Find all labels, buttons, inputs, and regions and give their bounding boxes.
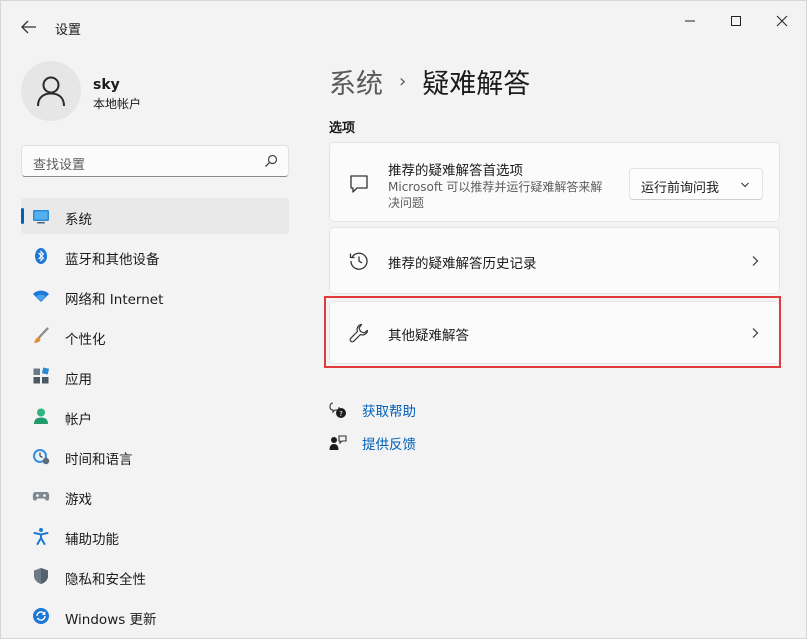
sidebar-nav: 系统 蓝牙和其他设备 网络和 Internet 个性化 应用 帐户 时间和语言 …	[21, 198, 289, 638]
active-indicator	[21, 208, 24, 224]
dropdown-value: 运行前询问我	[641, 181, 720, 196]
highlight-box	[324, 296, 781, 368]
chat-bubble-icon	[350, 175, 368, 193]
give-feedback-link[interactable]: 提供反馈	[329, 432, 416, 454]
sidebar-item-accessibility[interactable]: 辅助功能	[21, 518, 289, 554]
windows-update-icon	[33, 608, 49, 624]
card-title: 推荐的疑难解答历史记录	[388, 256, 537, 272]
chevron-right-icon	[752, 256, 759, 266]
sidebar-item-windows-update[interactable]: Windows 更新	[21, 598, 289, 634]
user-name: sky	[93, 77, 120, 93]
feedback-icon	[329, 435, 347, 450]
card-title: 推荐的疑难解答首选项	[388, 163, 523, 179]
sidebar-item-time-language[interactable]: 时间和语言	[21, 438, 289, 474]
search-icon	[265, 154, 278, 167]
personalization-icon	[34, 327, 49, 343]
bluetooth-icon	[35, 248, 47, 264]
sidebar-item-label: 个性化	[65, 332, 106, 348]
link-text: 获取帮助	[362, 404, 416, 420]
settings-window: 设置 sky 本地帐户 查找设置 系统 蓝牙和其他设备 网络和 Internet…	[0, 0, 807, 639]
minimize-button[interactable]	[667, 9, 713, 33]
apps-icon	[33, 367, 50, 384]
sidebar-item-label: 系统	[65, 212, 92, 228]
user-icon	[37, 76, 65, 107]
user-profile[interactable]: sky 本地帐户	[21, 61, 261, 121]
avatar	[21, 61, 81, 121]
breadcrumb-separator: ›	[399, 70, 407, 92]
recommended-troubleshooter-history-card[interactable]: 推荐的疑难解答历史记录	[329, 227, 780, 294]
page-title: 疑难解答	[422, 68, 531, 100]
sidebar-item-system[interactable]: 系统	[21, 198, 289, 234]
sidebar-item-label: Windows 更新	[65, 612, 157, 628]
minimize-icon	[685, 20, 695, 22]
troubleshooter-preference-dropdown[interactable]: 运行前询问我	[629, 168, 763, 200]
sidebar-item-bluetooth[interactable]: 蓝牙和其他设备	[21, 238, 289, 274]
account-type: 本地帐户	[93, 97, 142, 111]
accessibility-icon	[33, 528, 49, 545]
network-icon	[33, 290, 49, 302]
get-help-link[interactable]: ? 获取帮助	[329, 399, 416, 421]
sidebar-item-accounts[interactable]: 帐户	[21, 398, 289, 434]
privacy-shield-icon	[34, 568, 48, 584]
accounts-icon	[34, 408, 48, 424]
sidebar-item-label: 网络和 Internet	[65, 292, 164, 308]
sidebar-item-apps[interactable]: 应用	[21, 358, 289, 394]
gaming-icon	[32, 492, 50, 501]
sidebar-item-label: 帐户	[65, 412, 92, 428]
title-bar: 设置	[1, 1, 806, 49]
back-button[interactable]	[15, 14, 43, 40]
sidebar-item-network[interactable]: 网络和 Internet	[21, 278, 289, 314]
chevron-down-icon	[741, 182, 749, 188]
breadcrumb: 系统 › 疑难解答	[329, 61, 530, 101]
close-button[interactable]	[759, 9, 805, 33]
card-description: Microsoft 可以推荐并运行疑难解答来解决问题	[388, 180, 603, 210]
maximize-icon	[731, 16, 741, 26]
sidebar-item-label: 应用	[65, 372, 92, 388]
sidebar-item-label: 时间和语言	[65, 452, 133, 468]
help-icon: ?	[329, 402, 346, 418]
maximize-button[interactable]	[713, 9, 759, 33]
sidebar-item-label: 游戏	[65, 492, 92, 508]
sidebar-item-label: 辅助功能	[65, 532, 119, 548]
back-arrow-icon	[21, 20, 36, 34]
app-title: 设置	[55, 23, 82, 38]
sidebar-item-label: 蓝牙和其他设备	[65, 252, 160, 268]
sidebar-item-gaming[interactable]: 游戏	[21, 478, 289, 514]
svg-text:?: ?	[339, 410, 343, 418]
search-input[interactable]: 查找设置	[21, 145, 289, 177]
sidebar-item-privacy[interactable]: 隐私和安全性	[21, 558, 289, 594]
system-icon	[33, 210, 49, 224]
search-placeholder: 查找设置	[33, 158, 86, 173]
link-text: 提供反馈	[362, 437, 416, 453]
sidebar-item-label: 隐私和安全性	[65, 572, 146, 588]
history-icon	[349, 252, 368, 270]
recommended-troubleshooter-preferences-card: 推荐的疑难解答首选项 Microsoft 可以推荐并运行疑难解答来解决问题 运行…	[329, 142, 780, 222]
section-label: 选项	[329, 121, 356, 136]
time-language-icon	[33, 449, 50, 465]
breadcrumb-parent-link[interactable]: 系统	[329, 62, 383, 101]
close-icon	[776, 15, 788, 27]
sidebar-item-personalization[interactable]: 个性化	[21, 318, 289, 354]
